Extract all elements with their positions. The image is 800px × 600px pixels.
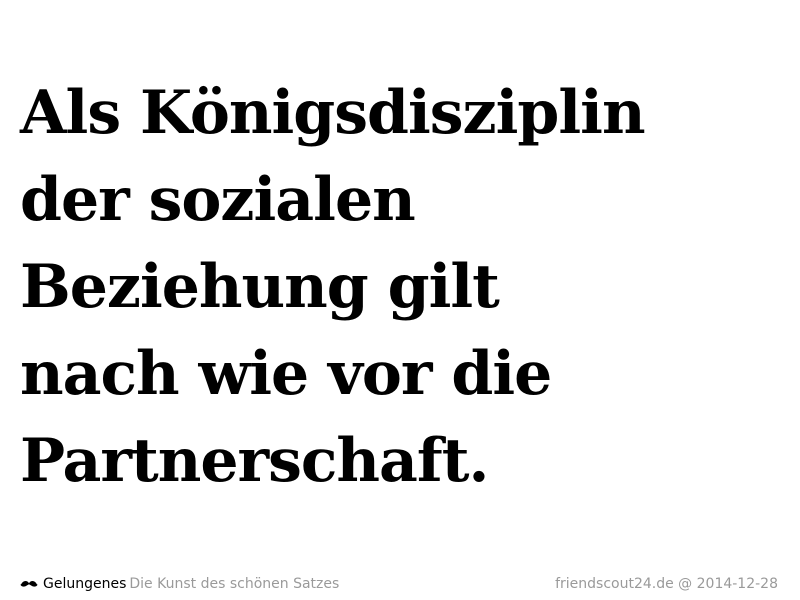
source-credit: friendscout24.de @ 2014-12-28 bbox=[555, 576, 778, 592]
brand-name: Gelungenes bbox=[43, 576, 127, 592]
quote-line-5: Partnerschaft. bbox=[20, 426, 489, 496]
quote-line-4: nach wie vor die bbox=[20, 339, 552, 409]
tagline: Die Kunst des schönen Satzes bbox=[129, 576, 340, 592]
quote-text: Als Königsdisziplin der sozialen Beziehu… bbox=[20, 70, 790, 505]
footer-branding[interactable]: Gelungenes Die Kunst des schönen Satzes bbox=[20, 576, 339, 592]
footer: Gelungenes Die Kunst des schönen Satzes … bbox=[20, 574, 778, 594]
quote-line-2: der sozialen bbox=[20, 165, 416, 235]
quote-line-1: Als Königsdisziplin bbox=[20, 78, 646, 148]
quote-line-3: Beziehung gilt bbox=[20, 252, 500, 322]
mustache-icon bbox=[20, 580, 38, 588]
